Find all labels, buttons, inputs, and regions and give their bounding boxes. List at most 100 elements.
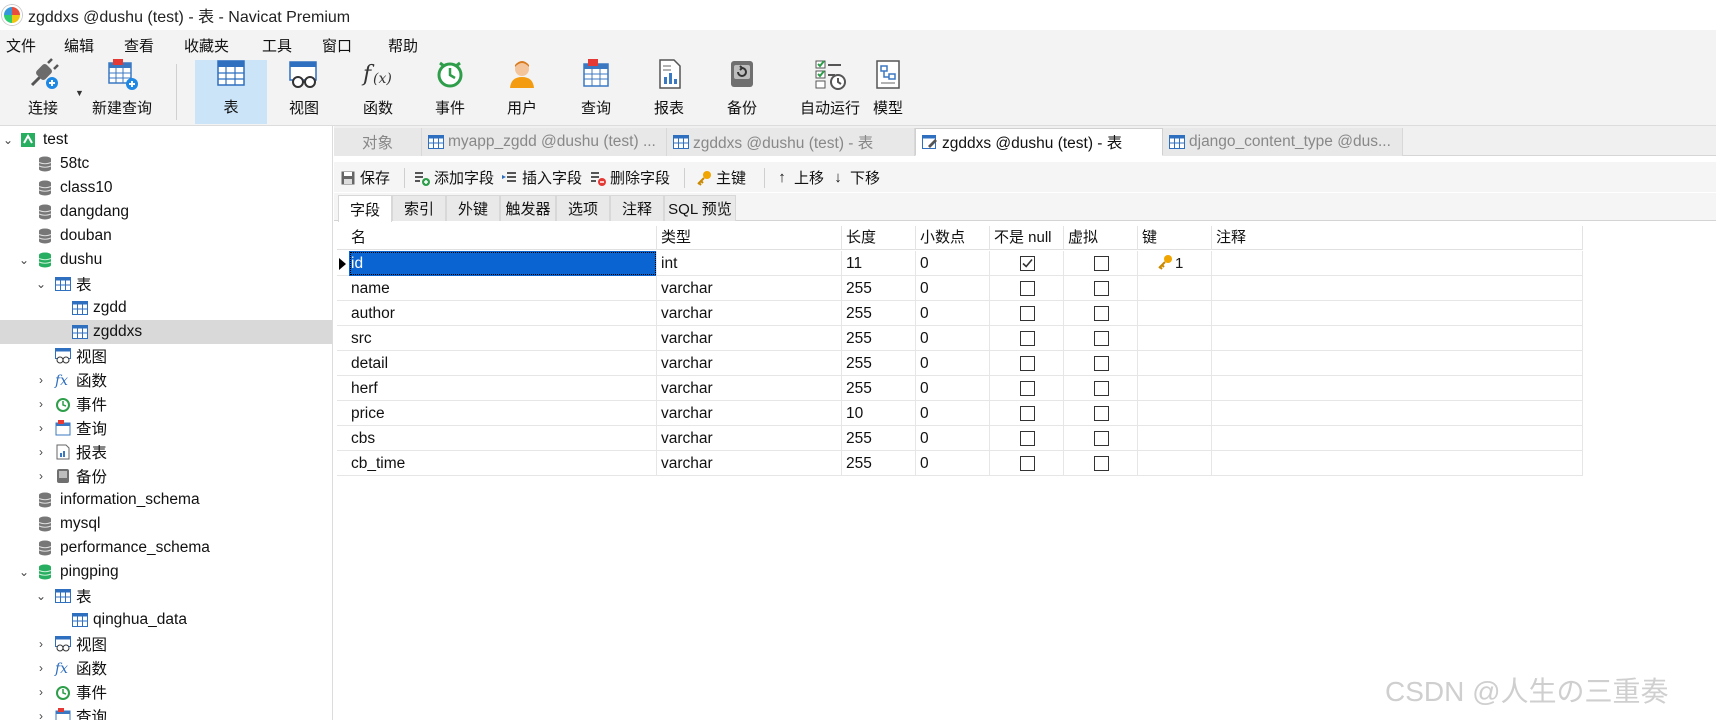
comment-cell[interactable] [1212, 451, 1583, 476]
tree-item-events[interactable]: › 事件 [0, 680, 332, 704]
not-null-checkbox[interactable] [1020, 406, 1035, 421]
menu-view[interactable]: 查看 [124, 35, 154, 56]
tree-item-db[interactable]: douban [0, 224, 332, 248]
menu-tools[interactable]: 工具 [262, 35, 292, 56]
chevron-right-icon[interactable]: › [35, 685, 47, 699]
not-null-checkbox[interactable] [1020, 331, 1035, 346]
tree-item-events[interactable]: › 事件 [0, 392, 332, 416]
not-null-checkbox[interactable] [1020, 381, 1035, 396]
not-null-checkbox[interactable] [1020, 281, 1035, 296]
tree-item-db[interactable]: performance_schema [0, 536, 332, 560]
menu-edit[interactable]: 编辑 [64, 35, 94, 56]
table-row[interactable]: id int 11 0 1 [337, 251, 1583, 276]
tree-item-queries[interactable]: › 查询 [0, 416, 332, 440]
tab-comment[interactable]: 注释 [610, 195, 664, 221]
table-row[interactable]: src varchar 255 0 [337, 326, 1583, 351]
tab-myapp-zgdd[interactable]: myapp_zgdd @dushu (test) ... [422, 128, 667, 156]
chevron-down-icon[interactable]: ⌄ [2, 133, 14, 147]
tab-fields[interactable]: 字段 [338, 195, 392, 222]
column-header-virtual[interactable]: 虚拟 [1064, 226, 1138, 250]
tree-item-dushu[interactable]: ⌄ dushu [0, 248, 332, 272]
add-field-button[interactable]: 添加字段 [414, 167, 494, 188]
toolbar-new-query-button[interactable]: 新建查询 [86, 59, 158, 124]
comment-cell[interactable] [1212, 251, 1583, 276]
field-decimals-cell[interactable]: 0 [916, 276, 990, 301]
tree-item-db[interactable]: information_schema [0, 488, 332, 512]
field-name-cell[interactable]: detail [337, 351, 657, 376]
field-length-cell[interactable]: 255 [842, 376, 916, 401]
tab-sql-preview[interactable]: SQL 预览 [664, 195, 736, 221]
toolbar-query-button[interactable]: 查询 [568, 59, 624, 124]
virtual-checkbox[interactable] [1094, 281, 1109, 296]
tree-item-table-zgddxs[interactable]: zgddxs [0, 320, 332, 344]
field-length-cell[interactable]: 255 [842, 326, 916, 351]
tree-item-views[interactable]: 视图 [0, 344, 332, 368]
table-row[interactable]: cbs varchar 255 0 [337, 426, 1583, 451]
tree-item-tables[interactable]: ⌄ 表 [0, 272, 332, 296]
key-cell[interactable] [1138, 351, 1212, 376]
save-button[interactable]: 保存 [340, 167, 390, 188]
column-header-key[interactable]: 键 [1138, 226, 1212, 250]
virtual-checkbox[interactable] [1094, 356, 1109, 371]
delete-field-button[interactable]: 删除字段 [590, 167, 670, 188]
chevron-right-icon[interactable]: › [35, 469, 47, 483]
chevron-right-icon[interactable]: › [35, 637, 47, 651]
field-decimals-cell[interactable]: 0 [916, 326, 990, 351]
field-decimals-cell[interactable]: 0 [916, 451, 990, 476]
key-cell[interactable] [1138, 301, 1212, 326]
comment-cell[interactable] [1212, 351, 1583, 376]
chevron-down-icon[interactable]: ⌄ [18, 565, 30, 579]
chevron-down-icon[interactable]: ⌄ [18, 253, 30, 267]
field-length-cell[interactable]: 255 [842, 351, 916, 376]
comment-cell[interactable] [1212, 401, 1583, 426]
comment-cell[interactable] [1212, 301, 1583, 326]
field-type-cell[interactable]: varchar [657, 451, 842, 476]
key-cell[interactable] [1138, 276, 1212, 301]
virtual-checkbox[interactable] [1094, 456, 1109, 471]
primary-key-button[interactable]: 主键 [696, 167, 746, 188]
column-header-length[interactable]: 长度 [842, 226, 916, 250]
virtual-checkbox[interactable] [1094, 306, 1109, 321]
field-type-cell[interactable]: varchar [657, 401, 842, 426]
not-null-checkbox[interactable] [1020, 356, 1035, 371]
field-length-cell[interactable]: 255 [842, 426, 916, 451]
field-length-cell[interactable]: 255 [842, 451, 916, 476]
field-name-cell[interactable]: cbs [337, 426, 657, 451]
tree-item-db[interactable]: mysql [0, 512, 332, 536]
move-down-button[interactable]: ↓ 下移 [830, 167, 880, 188]
toolbar-report-button[interactable]: 报表 [641, 59, 697, 124]
field-type-cell[interactable]: varchar [657, 276, 842, 301]
comment-cell[interactable] [1212, 426, 1583, 451]
tree-item-table-qinghua-data[interactable]: qinghua_data [0, 608, 332, 632]
field-decimals-cell[interactable]: 0 [916, 376, 990, 401]
tree-item-tables[interactable]: ⌄ 表 [0, 584, 332, 608]
tab-options[interactable]: 选项 [556, 195, 610, 221]
table-row[interactable]: cb_time varchar 255 0 [337, 451, 1583, 476]
chevron-right-icon[interactable]: › [35, 421, 47, 435]
tree-item-backups[interactable]: › 备份 [0, 464, 332, 488]
table-row[interactable]: herf varchar 255 0 [337, 376, 1583, 401]
menu-window[interactable]: 窗口 [322, 35, 352, 56]
tab-foreign-keys[interactable]: 外键 [446, 195, 500, 221]
table-row[interactable]: price varchar 10 0 [337, 401, 1583, 426]
chevron-down-icon[interactable]: ▼ [75, 88, 84, 98]
field-name-cell[interactable]: cb_time [337, 451, 657, 476]
key-cell[interactable] [1138, 376, 1212, 401]
chevron-down-icon[interactable]: ⌄ [35, 589, 47, 603]
not-null-checkbox[interactable] [1020, 306, 1035, 321]
table-row[interactable]: detail varchar 255 0 [337, 351, 1583, 376]
insert-field-button[interactable]: 插入字段 [502, 167, 582, 188]
menu-favorites[interactable]: 收藏夹 [184, 35, 229, 56]
toolbar-view-button[interactable]: 视图 [276, 60, 332, 124]
chevron-right-icon[interactable]: › [35, 373, 47, 387]
tree-item-db[interactable]: class10 [0, 176, 332, 200]
field-type-cell[interactable]: varchar [657, 351, 842, 376]
column-header-decimals[interactable]: 小数点 [916, 226, 990, 250]
field-decimals-cell[interactable]: 0 [916, 351, 990, 376]
tree-item-db[interactable]: dangdang [0, 200, 332, 224]
tree-item-db[interactable]: 58tc [0, 152, 332, 176]
tab-django-content-type[interactable]: django_content_type @dus... [1163, 128, 1403, 156]
field-name-cell[interactable]: name [337, 276, 657, 301]
tree-item-functions[interactable]: › fx 函数 [0, 368, 332, 392]
menu-file[interactable]: 文件 [6, 35, 36, 56]
